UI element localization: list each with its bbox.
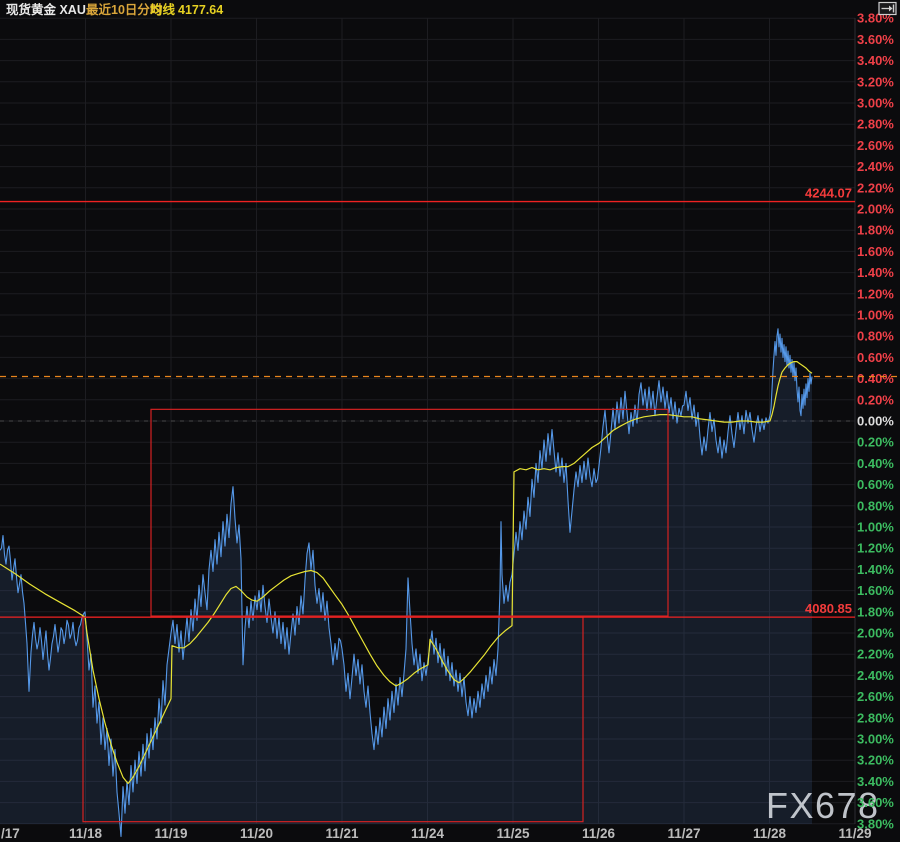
y-tick-label: 0.60% — [857, 350, 894, 365]
y-tick-label: 2.20% — [857, 180, 894, 195]
y-tick-label: 0.40% — [857, 371, 894, 386]
chart-window: 4244.07 4080.85 FX678 3.80% 3.60% 3.40% 3.20% 3… — [0, 0, 900, 842]
y-tick-label: 1.40% — [857, 265, 894, 280]
y-tick-label: 0.20% — [857, 435, 894, 450]
y-tick-label: 2.60% — [857, 689, 894, 704]
y-tick-label: 2.00% — [857, 626, 894, 641]
ma-legend-label: 均线 — [150, 3, 176, 17]
price-level-label: 4080.85 — [805, 601, 852, 616]
y-tick-label: 3.40% — [857, 53, 894, 68]
y-tick-label: 3.00% — [857, 96, 894, 111]
y-tick-label: 1.80% — [857, 604, 894, 619]
y-tick-label: 1.00% — [857, 520, 894, 535]
date-label: 11/18 — [69, 826, 103, 841]
y-tick-label: 3.60% — [857, 795, 894, 810]
y-tick-label: 3.00% — [857, 732, 894, 747]
x-axis-labels: /17 11/18 11/19 11/20 11/21 11/24 11/25 11/26 11… — [1, 826, 872, 841]
date-label: 11/19 — [154, 826, 187, 841]
pop-out-icon[interactable] — [878, 1, 898, 16]
y-tick-label: 3.40% — [857, 774, 894, 789]
y-tick-label: 1.20% — [857, 541, 894, 556]
y-tick-label: 2.60% — [857, 138, 894, 153]
y-tick-label: 1.60% — [857, 583, 894, 598]
date-label: 11/28 — [753, 826, 787, 841]
y-tick-label: 2.80% — [857, 710, 894, 725]
y-tick-label: 0.60% — [857, 477, 894, 492]
y-tick-label: 0.40% — [857, 456, 894, 471]
date-label: 11/21 — [325, 826, 359, 841]
y-tick-label: 0.80% — [857, 329, 894, 344]
date-label: 11/27 — [667, 826, 700, 841]
y-tick-label: 2.80% — [857, 117, 894, 132]
y-axis-labels: 3.80%3.60%3.40%3.20%3.00%2.80%2.60%2.40%… — [857, 11, 894, 832]
date-label: 11/26 — [582, 826, 616, 841]
y-tick-label: 0.00% — [857, 414, 894, 429]
y-tick-label: 0.80% — [857, 498, 894, 513]
date-label: 11/25 — [496, 826, 530, 841]
y-tick-label: 2.40% — [857, 668, 894, 683]
price-level-label: 4244.07 — [805, 186, 852, 201]
y-tick-label: 3.20% — [857, 753, 894, 768]
y-tick-label: 2.40% — [857, 159, 894, 174]
date-label: /17 — [1, 826, 20, 841]
y-tick-label: 2.00% — [857, 202, 894, 217]
chart-canvas[interactable]: 4244.074080.85FX6783.80%3.60%3.40%3.20%3… — [0, 0, 900, 842]
y-tick-label: 1.20% — [857, 286, 894, 301]
date-label: 11/29 — [838, 826, 871, 841]
last-price-value: 4177.64 — [178, 3, 224, 17]
y-tick-label: 1.60% — [857, 244, 894, 259]
y-tick-label: 3.60% — [857, 32, 894, 47]
y-tick-label: 1.40% — [857, 562, 894, 577]
date-label: 11/20 — [240, 826, 273, 841]
date-label: 11/24 — [411, 826, 445, 841]
y-tick-label: 0.20% — [857, 392, 894, 407]
y-tick-label: 1.80% — [857, 223, 894, 238]
y-tick-label: 3.20% — [857, 74, 894, 89]
y-tick-label: 1.00% — [857, 308, 894, 323]
instrument-name: 现货黄金 XAU — [6, 3, 86, 17]
y-tick-label: 2.20% — [857, 647, 894, 662]
